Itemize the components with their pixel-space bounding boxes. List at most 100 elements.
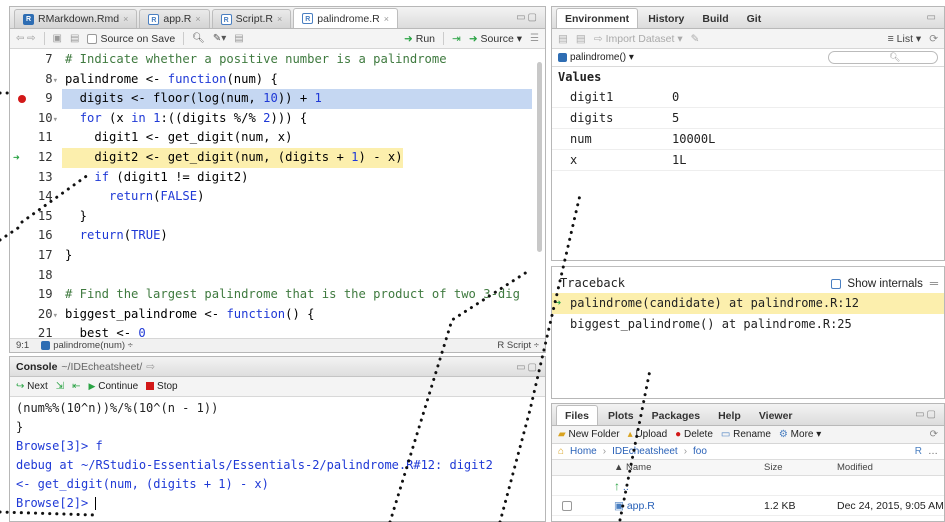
- file-row-parent[interactable]: ↑ ..: [552, 476, 944, 496]
- env-value-row[interactable]: num 10000L: [552, 129, 944, 150]
- line-number[interactable]: 16: [10, 226, 62, 246]
- window-controls-icon[interactable]: ▭▢: [915, 409, 938, 420]
- tab-viewer[interactable]: Viewer: [751, 406, 801, 425]
- code-line[interactable]: 15 }: [10, 207, 545, 227]
- more-button[interactable]: ⚙ More ▾: [779, 429, 821, 440]
- delete-button[interactable]: ● Delete: [675, 429, 713, 440]
- rerun-icon[interactable]: ⇥: [452, 33, 461, 45]
- next-button[interactable]: ↪ Next: [16, 381, 48, 392]
- breakpoint-icon[interactable]: [18, 95, 26, 104]
- code-line[interactable]: 20▾ biggest_palindrome <- function() {: [10, 305, 545, 325]
- line-number[interactable]: 17: [10, 246, 62, 266]
- broom-icon[interactable]: ✎: [691, 33, 700, 45]
- fold-icon[interactable]: ▾: [53, 311, 58, 321]
- save-workspace-icon[interactable]: ▤: [576, 33, 586, 45]
- tab-history[interactable]: History: [640, 9, 692, 28]
- refresh-icon[interactable]: ⟳: [929, 33, 938, 45]
- tab-app-r[interactable]: R app.R ×: [139, 9, 210, 28]
- file-type-selector[interactable]: R Script ÷: [497, 340, 539, 351]
- source-on-save-checkbox[interactable]: Source on Save: [87, 33, 175, 45]
- code-line[interactable]: 18: [10, 266, 545, 286]
- r-logo-icon[interactable]: R: [915, 446, 922, 457]
- env-value-row[interactable]: digits 5: [552, 108, 944, 129]
- line-number[interactable]: 7: [10, 50, 62, 70]
- breadcrumb-foo[interactable]: foo: [693, 446, 707, 457]
- modified-column-header[interactable]: Modified: [837, 462, 944, 473]
- code-line[interactable]: 10▾ for (x in 1:((digits %/% 2))) {: [10, 109, 545, 129]
- refresh-icon[interactable]: ⟳: [930, 429, 938, 440]
- outline-icon[interactable]: ☰: [530, 33, 539, 44]
- window-controls-icon[interactable]: ▭▢: [516, 12, 539, 23]
- tab-build[interactable]: Build: [694, 9, 736, 28]
- line-number[interactable]: 13: [10, 168, 62, 188]
- window-controls-icon[interactable]: ▭: [927, 12, 938, 23]
- window-controls-icon[interactable]: ▭▢: [516, 362, 539, 373]
- tab-packages[interactable]: Packages: [644, 406, 708, 425]
- line-number[interactable]: ➜ 12: [10, 148, 62, 168]
- tab-script-r[interactable]: R Script.R ×: [211, 9, 292, 28]
- parent-dir-link[interactable]: ..: [623, 481, 629, 493]
- tab-environment[interactable]: Environment: [556, 8, 639, 28]
- line-number[interactable]: 10▾: [10, 109, 62, 129]
- close-icon[interactable]: ×: [384, 14, 389, 24]
- size-column-header[interactable]: Size: [764, 462, 837, 473]
- line-number[interactable]: 14: [10, 187, 62, 207]
- code-line[interactable]: 8▾ palindrome <- function(num) {: [10, 70, 545, 90]
- file-link[interactable]: app.R: [627, 500, 655, 512]
- code-line[interactable]: 19 # Find the largest palindrome that is…: [10, 285, 545, 305]
- rename-button[interactable]: ▭ Rename: [721, 429, 771, 440]
- continue-button[interactable]: ▶ Continue: [89, 381, 139, 392]
- goto-dir-icon[interactable]: ⇨: [146, 361, 155, 373]
- back-forward-icon[interactable]: ⇦ ⇨: [16, 33, 36, 44]
- tab-git[interactable]: Git: [739, 9, 770, 28]
- finish-icon[interactable]: ⇤: [72, 381, 80, 392]
- line-number[interactable]: 9: [10, 89, 62, 109]
- code-line[interactable]: ➜ 12 digit2 <- get_digit(num, (digits + 1…: [10, 147, 545, 168]
- show-in-window-icon[interactable]: ▣: [53, 33, 62, 44]
- line-number[interactable]: 19: [10, 285, 62, 305]
- upload-button[interactable]: ▴ Upload: [628, 429, 668, 440]
- import-dataset-button[interactable]: ⇨ Import Dataset ▾: [594, 33, 683, 45]
- file-row[interactable]: ▣ app.R 1.2 KB Dec 24, 2015, 9:05 AM: [552, 496, 944, 516]
- breadcrumb-idecheatsheet[interactable]: IDEcheatsheet: [612, 446, 678, 457]
- console-output[interactable]: (num%%(10^n))%/%(10^(n - 1)) } Browse[3]…: [10, 397, 545, 515]
- more-icon[interactable]: …: [928, 446, 938, 457]
- editor-scrollbar[interactable]: [537, 62, 542, 252]
- line-number[interactable]: 8▾: [10, 70, 62, 90]
- checkbox-icon[interactable]: [87, 33, 98, 44]
- file-name[interactable]: ▣ app.R: [614, 500, 764, 512]
- scope-dropdown[interactable]: palindrome() ▾: [558, 52, 634, 63]
- close-icon[interactable]: ×: [123, 14, 128, 24]
- code-line[interactable]: 17 }: [10, 246, 545, 266]
- save-icon[interactable]: ▤: [70, 33, 79, 44]
- tab-palindrome-r[interactable]: R palindrome.R ×: [293, 8, 398, 28]
- breadcrumb-home[interactable]: Home: [570, 446, 597, 457]
- code-line[interactable]: 13 if (digit1 != digit2): [10, 168, 545, 188]
- code-line[interactable]: 16 return(TRUE): [10, 226, 545, 246]
- name-column-header[interactable]: ▲ Name: [614, 462, 764, 473]
- traceback-frame[interactable]: biggest_palindrome() at palindrome.R:25: [552, 314, 944, 335]
- show-internals-toggle[interactable]: Show internals ═: [831, 278, 938, 290]
- traceback-frame[interactable]: ➜ palindrome(candidate) at palindrome.R:…: [552, 293, 944, 314]
- tab-help[interactable]: Help: [710, 406, 749, 425]
- code-area[interactable]: 7 # Indicate whether a positive number i…: [10, 50, 545, 340]
- code-line[interactable]: 11 digit1 <- get_digit(num, x): [10, 128, 545, 148]
- tab-rmarkdown[interactable]: R RMarkdown.Rmd ×: [14, 9, 138, 28]
- compile-report-icon[interactable]: ▤: [234, 33, 243, 44]
- run-button[interactable]: ➜ Run: [404, 33, 435, 45]
- close-icon[interactable]: ×: [195, 14, 200, 24]
- env-value-row[interactable]: digit1 0: [552, 87, 944, 108]
- search-icon[interactable]: 🔍︎: [192, 33, 205, 44]
- tab-files[interactable]: Files: [556, 405, 598, 425]
- console-input-line[interactable]: Browse[2]>: [16, 494, 539, 513]
- view-mode-selector[interactable]: ≡ List ▾: [888, 33, 922, 45]
- scope-selector[interactable]: palindrome(num) ÷: [41, 340, 133, 351]
- line-number[interactable]: 20▾: [10, 305, 62, 325]
- file-name[interactable]: ↑ ..: [614, 479, 764, 493]
- tab-plots[interactable]: Plots: [600, 406, 642, 425]
- checkbox-icon[interactable]: [562, 500, 572, 511]
- minimize-icon[interactable]: ═: [930, 278, 938, 290]
- code-line[interactable]: 7 # Indicate whether a positive number i…: [10, 50, 545, 70]
- wand-icon[interactable]: ✎▾: [213, 33, 226, 44]
- new-folder-button[interactable]: ▰ New Folder: [558, 429, 620, 440]
